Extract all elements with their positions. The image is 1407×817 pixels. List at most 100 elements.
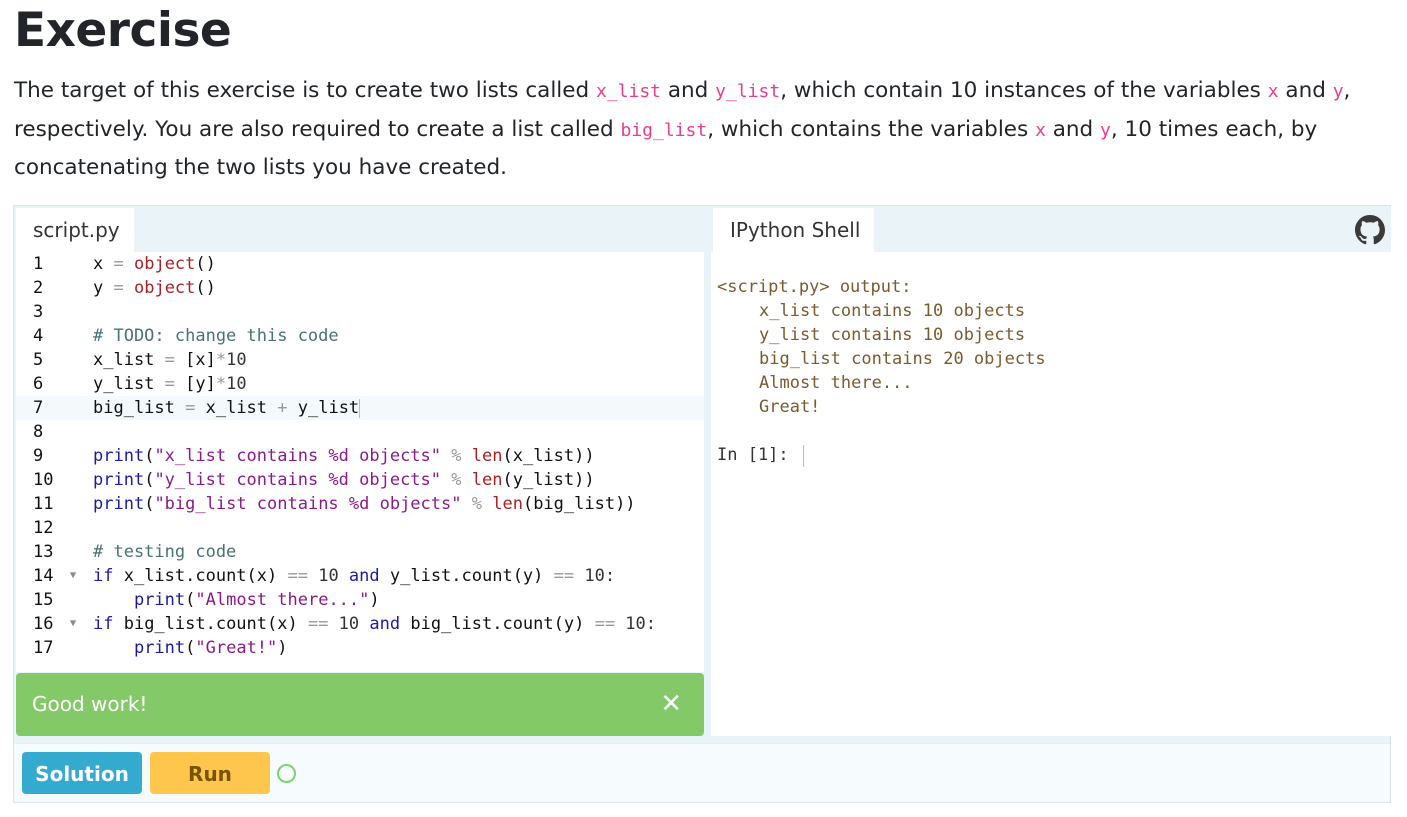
line-number: 9 xyxy=(33,446,44,466)
line-number: 13 xyxy=(33,542,54,562)
line-number: 17 xyxy=(33,638,54,658)
close-icon[interactable]: ✕ xyxy=(660,673,682,736)
desc-text: and xyxy=(661,78,716,103)
code-line: 1 x = object() xyxy=(16,252,704,276)
shell-output-line: big_list contains 20 objects xyxy=(759,349,1046,369)
gutter: 10 xyxy=(16,468,76,492)
fold-arrow-icon[interactable]: ▼ xyxy=(70,564,76,588)
line-number: 8 xyxy=(33,422,44,442)
desc-text: , which contain 10 instances of the vari… xyxy=(780,78,1268,103)
code-line: 4 # TODO: change this code xyxy=(16,324,704,348)
gutter: 15 xyxy=(16,588,76,612)
code-line: 10 print("y_list contains %d objects" % … xyxy=(16,468,704,492)
code-text: x_list = [x]*10 xyxy=(93,350,247,370)
code-text: print("x_list contains %d objects" % len… xyxy=(93,446,595,466)
exercise-description: The target of this exercise is to create… xyxy=(14,72,1392,187)
code-line-active: 7 big_list = x_list + y_list xyxy=(16,396,704,420)
exercise-widget: script.py 1 x = object() 2 y = object() … xyxy=(13,205,1391,803)
line-number: 3 xyxy=(33,302,44,322)
script-pane: script.py 1 x = object() 2 y = object() … xyxy=(14,206,704,743)
code-text: print("Almost there...") xyxy=(133,590,380,610)
shell-output-line: Almost there... xyxy=(759,373,913,393)
inline-code: y xyxy=(1332,81,1344,102)
gutter: 9 xyxy=(16,444,76,468)
line-number: 15 xyxy=(33,590,54,610)
line-number: 14 xyxy=(33,566,54,586)
inline-code: x_list xyxy=(596,81,662,102)
line-number: 10 xyxy=(33,470,54,490)
line-number: 12 xyxy=(33,518,54,538)
desc-text: and xyxy=(1278,78,1333,103)
line-number: 7 xyxy=(33,398,44,418)
code-line: 17 print("Great!") xyxy=(16,636,704,660)
code-line: 9 print("x_list contains %d objects" % l… xyxy=(16,444,704,468)
shell-tabbar: IPython Shell xyxy=(711,206,1391,252)
gutter: 6 xyxy=(16,372,76,396)
inline-code: y_list xyxy=(715,81,781,102)
action-bar: Solution Run xyxy=(14,743,1390,802)
line-number: 11 xyxy=(33,494,54,514)
solution-button[interactable]: Solution xyxy=(22,752,142,794)
code-text: print("big_list contains %d objects" % l… xyxy=(93,494,636,514)
code-text: big_list = x_list + y_list xyxy=(93,398,361,418)
gutter: 17 xyxy=(16,636,76,660)
code-line: 16 ▼ if big_list.count(x) == 10 and big_l… xyxy=(16,612,704,636)
code-line: 5 x_list = [x]*10 xyxy=(16,348,704,372)
code-text: y_list = [y]*10 xyxy=(93,374,247,394)
line-number: 2 xyxy=(33,278,44,298)
code-line: 12 xyxy=(16,516,704,540)
status-ring-icon xyxy=(277,764,296,783)
shell-output-line: Great! xyxy=(759,397,821,417)
ipython-shell[interactable]: <script.py> output: x_list contains 10 o… xyxy=(711,252,1391,736)
code-text: if big_list.count(x) == 10 and big_list.… xyxy=(93,614,657,634)
tab-ipython-shell[interactable]: IPython Shell xyxy=(713,208,874,252)
code-line: 15 print("Almost there...") xyxy=(16,588,704,612)
gutter: 7 xyxy=(16,396,76,420)
page-title: Exercise xyxy=(14,3,232,58)
inline-code: big_list xyxy=(620,119,708,141)
desc-text: , which contains the variables xyxy=(707,116,1036,142)
feedback-banner: Good work! ✕ xyxy=(16,673,704,736)
line-number: 16 xyxy=(33,614,54,634)
desc-text: and xyxy=(1045,116,1101,142)
run-button[interactable]: Run xyxy=(150,752,270,794)
code-line: 11 print("big_list contains %d objects" … xyxy=(16,492,704,516)
text-cursor xyxy=(359,398,361,418)
gutter: 14 ▼ xyxy=(16,564,76,588)
gutter: 4 xyxy=(16,324,76,348)
github-icon[interactable] xyxy=(1355,215,1385,245)
code-editor[interactable]: 1 x = object() 2 y = object() 3 4 # TODO… xyxy=(16,252,704,672)
shell-input-cursor[interactable] xyxy=(803,445,804,467)
code-text: if x_list.count(x) == 10 and y_list.coun… xyxy=(93,566,616,586)
fold-arrow-icon[interactable]: ▼ xyxy=(70,612,76,636)
shell-output-line: x_list contains 10 objects xyxy=(759,301,1026,321)
shell-pane: IPython Shell <script.py> output: x_list… xyxy=(711,206,1391,743)
code-text: y = object() xyxy=(93,278,216,298)
inline-code: y xyxy=(1100,119,1111,141)
script-tabbar: script.py xyxy=(14,206,704,252)
gutter: 2 xyxy=(16,276,76,300)
gutter: 16 ▼ xyxy=(16,612,76,636)
line-number: 4 xyxy=(33,326,44,346)
code-line: 3 xyxy=(16,300,704,324)
code-line: 2 y = object() xyxy=(16,276,704,300)
gutter: 11 xyxy=(16,492,76,516)
inline-code: x xyxy=(1267,81,1279,102)
shell-prompt: In [1]: xyxy=(717,445,789,465)
gutter: 8 xyxy=(16,420,76,444)
code-line: 8 xyxy=(16,420,704,444)
shell-output-line: y_list contains 10 objects xyxy=(759,325,1026,345)
gutter: 12 xyxy=(16,516,76,540)
code-text: print("y_list contains %d objects" % len… xyxy=(93,470,595,490)
gutter: 5 xyxy=(16,348,76,372)
gutter: 3 xyxy=(16,300,76,324)
tab-script-py[interactable]: script.py xyxy=(16,208,134,252)
code-comment: # TODO: change this code xyxy=(93,326,339,346)
desc-text: The target of this exercise is to create… xyxy=(14,78,596,103)
code-line: 13 # testing code xyxy=(16,540,704,564)
code-text: x = object() xyxy=(93,254,216,274)
line-number: 6 xyxy=(33,374,44,394)
code-line: 14 ▼ if x_list.count(x) == 10 and y_list.… xyxy=(16,564,704,588)
line-number: 1 xyxy=(33,254,44,274)
shell-output-header: <script.py> output: xyxy=(717,277,912,297)
